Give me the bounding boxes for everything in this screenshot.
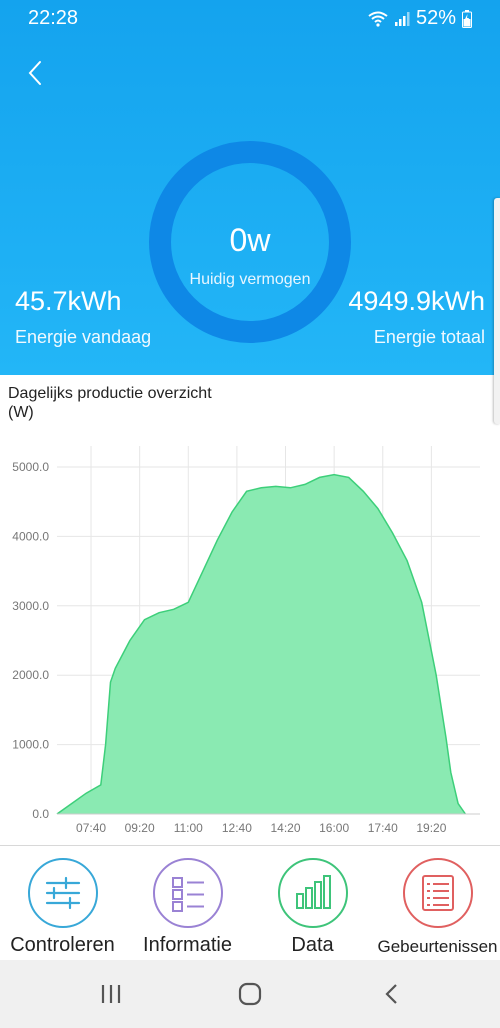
event-list-icon bbox=[421, 875, 454, 911]
sliders-icon bbox=[45, 876, 80, 910]
list-grid-icon bbox=[171, 877, 204, 912]
chevron-left-icon[interactable] bbox=[25, 58, 45, 88]
current-power-label: Huidig vermogen bbox=[189, 271, 311, 288]
bar-chart-icon bbox=[295, 875, 331, 909]
nav-controleren[interactable]: Controleren bbox=[0, 846, 125, 961]
battery-icon bbox=[462, 9, 472, 28]
x-tick-label: 11:00 bbox=[174, 821, 203, 835]
y-tick-label: 0.0 bbox=[32, 807, 49, 821]
nav-informatie-label: Informatie bbox=[143, 934, 232, 956]
x-tick-label: 16:00 bbox=[319, 821, 349, 835]
chart-unit-label: (W) bbox=[8, 404, 34, 421]
recent-apps-icon[interactable] bbox=[99, 982, 123, 1006]
home-icon[interactable] bbox=[238, 982, 262, 1006]
nav-informatie-circle bbox=[152, 858, 223, 928]
edge-panel-handle[interactable] bbox=[494, 198, 500, 424]
status-time: 22:28 bbox=[28, 7, 79, 29]
production-area bbox=[57, 474, 466, 814]
nav-gebeurtenissen-label: Gebeurtenissen bbox=[377, 937, 498, 956]
energy-today-value: 45.7kWh bbox=[15, 286, 122, 316]
x-tick-label: 17:40 bbox=[368, 821, 398, 835]
y-tick-label: 1000.0 bbox=[12, 738, 49, 752]
y-tick-label: 2000.0 bbox=[12, 668, 49, 682]
y-tick-label: 4000.0 bbox=[12, 529, 49, 543]
nav-controleren-circle bbox=[27, 858, 98, 928]
system-back-icon[interactable] bbox=[380, 982, 404, 1006]
bottom-navigation: Controleren Informatie Data Gebeurteniss… bbox=[0, 845, 500, 961]
x-tick-label: 14:20 bbox=[271, 821, 301, 835]
y-tick-label: 3000.0 bbox=[12, 599, 49, 613]
nav-data-label: Data bbox=[291, 934, 334, 956]
system-navigation-bar bbox=[0, 960, 500, 1028]
daily-production-chart: 0.0 1000.0 2000.0 3000.0 4000.0 5000.0 07:40 09… bbox=[12, 446, 480, 835]
energy-today-label: Energie vandaag bbox=[15, 327, 152, 347]
nav-gebeurtenissen[interactable]: Gebeurtenissen bbox=[375, 846, 500, 961]
nav-controleren-label: Controleren bbox=[10, 934, 115, 956]
nav-informatie[interactable]: Informatie bbox=[125, 846, 250, 961]
chart-title: Dagelijks productie overzicht (W) bbox=[8, 384, 212, 422]
nav-data[interactable]: Data bbox=[250, 846, 375, 961]
status-right: 52% bbox=[368, 7, 472, 30]
y-tick-label: 5000.0 bbox=[12, 460, 49, 474]
x-tick-label: 12:40 bbox=[222, 821, 252, 835]
header-panel: 22:28 52% 0w Huidig vermogen 45.7kWh Ene… bbox=[0, 0, 500, 375]
chart-title-text: Dagelijks productie overzicht bbox=[8, 385, 212, 402]
current-power-value: 0w bbox=[229, 222, 271, 258]
energy-total-value: 4949.9kWh bbox=[348, 286, 485, 316]
signal-icon bbox=[394, 11, 410, 26]
status-bar: 22:28 52% bbox=[0, 0, 500, 36]
energy-total-label: Energie totaal bbox=[373, 327, 485, 347]
wifi-icon bbox=[368, 11, 388, 27]
x-tick-label: 07:40 bbox=[76, 821, 106, 835]
battery-percentage: 52% bbox=[415, 7, 456, 29]
x-tick-label: 09:20 bbox=[125, 821, 155, 835]
nav-data-circle bbox=[277, 858, 348, 928]
x-tick-label: 19:20 bbox=[416, 821, 446, 835]
nav-gebeurtenissen-circle bbox=[402, 858, 473, 928]
